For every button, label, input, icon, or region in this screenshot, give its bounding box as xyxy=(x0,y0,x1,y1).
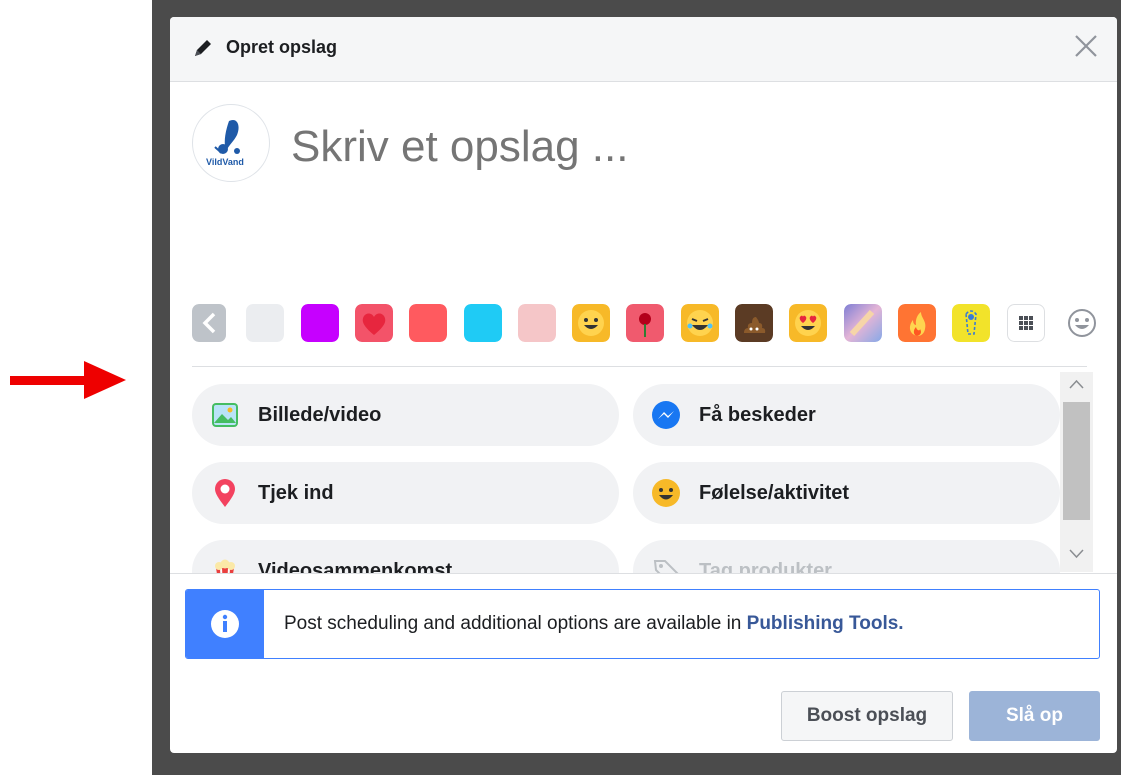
fire-icon[interactable] xyxy=(898,304,936,342)
background-swatch[interactable] xyxy=(409,304,447,342)
grid-icon[interactable] xyxy=(1007,304,1045,342)
option-videosammenkomst[interactable]: Videosammenkomst xyxy=(192,540,619,573)
background-swatch[interactable] xyxy=(246,304,284,342)
dialog-title: Opret opslag xyxy=(226,37,338,57)
publishing-tools-link[interactable]: Publishing Tools. xyxy=(747,613,904,634)
doodle-icon[interactable] xyxy=(952,304,990,342)
emoji-picker-icon[interactable] xyxy=(1066,307,1098,339)
options-scrollbar[interactable] xyxy=(1060,372,1093,572)
messenger-icon xyxy=(651,400,681,430)
option-label: Få beskeder xyxy=(699,404,816,426)
popcorn-icon xyxy=(210,556,240,573)
laugh-emoji-icon[interactable] xyxy=(681,304,719,342)
scroll-up-icon[interactable] xyxy=(1069,378,1084,390)
vildvand-logo xyxy=(214,119,240,154)
post-text-input[interactable] xyxy=(291,122,1051,172)
scrollbar-thumb[interactable] xyxy=(1063,402,1090,520)
smile-emoji-icon[interactable] xyxy=(572,304,610,342)
option-følelse-aktivitet[interactable]: Følelse/aktivitet xyxy=(633,462,1060,524)
publish-button[interactable]: Slå op xyxy=(969,691,1100,741)
divider xyxy=(192,366,1087,367)
notice-text: Post scheduling and additional options a… xyxy=(284,613,904,635)
rose-icon[interactable] xyxy=(626,304,664,342)
info-icon xyxy=(211,610,239,638)
photo-icon xyxy=(210,400,240,430)
gradient-swatch[interactable] xyxy=(844,304,882,342)
background-swatch[interactable] xyxy=(464,304,502,342)
avatar-text: VildVand xyxy=(206,157,244,167)
option-label: Videosammenkomst xyxy=(258,560,453,573)
option-tag-produkter: Tag produkter xyxy=(633,540,1060,573)
option-label: Følelse/aktivitet xyxy=(699,482,850,504)
scroll-down-icon[interactable] xyxy=(1069,548,1084,560)
option-label: Tjek ind xyxy=(258,482,334,504)
page-avatar[interactable]: VildVand xyxy=(192,104,270,182)
heart-icon[interactable] xyxy=(355,304,393,342)
smiley-icon xyxy=(651,478,681,508)
create-post-dialog: Opret opslag VildVand Billede/video Få be… xyxy=(170,17,1117,753)
notice-message: Post scheduling and additional options a… xyxy=(284,613,747,634)
boost-post-button[interactable]: Boost opslag xyxy=(781,691,953,741)
close-icon[interactable] xyxy=(1073,33,1099,59)
publishing-tools-notice: Post scheduling and additional options a… xyxy=(185,589,1100,659)
poop-emoji-icon[interactable] xyxy=(735,304,773,342)
background-swatch[interactable] xyxy=(518,304,556,342)
red-arrow-icon xyxy=(10,361,126,399)
info-icon-box xyxy=(186,590,264,658)
option-få-beskeder[interactable]: Få beskeder xyxy=(633,384,1060,446)
background-picker xyxy=(192,304,1102,342)
option-tjek-ind[interactable]: Tjek ind xyxy=(192,462,619,524)
background-swatch[interactable] xyxy=(301,304,339,342)
dialog-header: Opret opslag xyxy=(170,17,1117,82)
location-pin-icon xyxy=(210,478,240,508)
heart-eyes-emoji-icon[interactable] xyxy=(789,304,827,342)
tag-icon xyxy=(651,556,681,573)
chevron-left-icon[interactable] xyxy=(192,304,226,342)
pencil-icon xyxy=(195,40,211,56)
footer-divider xyxy=(170,573,1117,574)
post-options-list: Billede/video Få beskeder Tjek ind Følelse/… xyxy=(192,377,1060,573)
option-label: Tag produkter xyxy=(699,560,832,573)
option-billede-video[interactable]: Billede/video xyxy=(192,384,619,446)
option-label: Billede/video xyxy=(258,404,382,426)
